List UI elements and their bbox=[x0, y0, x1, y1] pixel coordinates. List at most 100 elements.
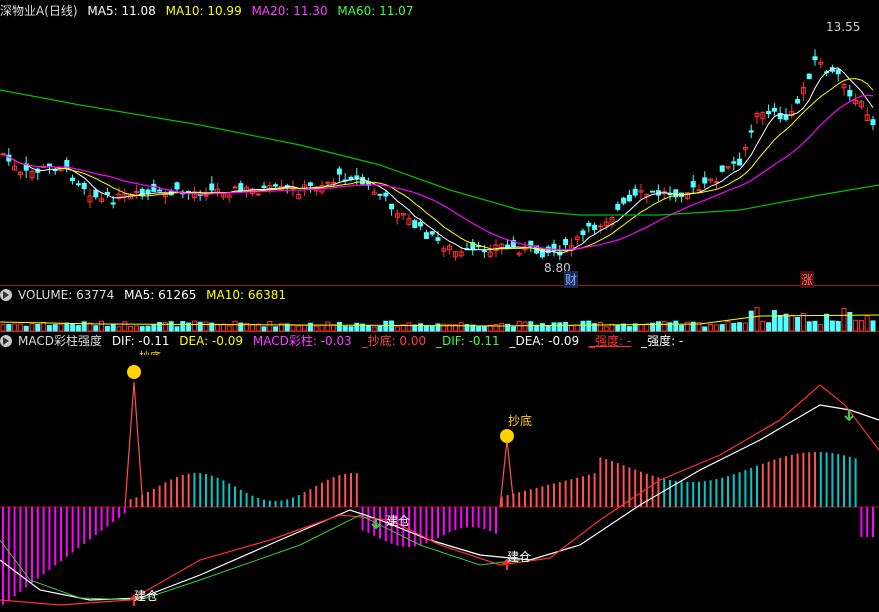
volume-bar bbox=[510, 326, 516, 332]
volume-bar bbox=[151, 324, 157, 332]
volume-bar bbox=[75, 325, 81, 332]
volume-bar bbox=[99, 320, 105, 332]
volume-bar bbox=[174, 326, 180, 332]
candle-body bbox=[307, 182, 313, 186]
volume-bar bbox=[858, 320, 864, 332]
candle-body bbox=[586, 222, 592, 227]
candle-body bbox=[592, 224, 598, 230]
volume-bar bbox=[58, 323, 64, 332]
candle-body bbox=[731, 161, 737, 164]
candle-body bbox=[75, 183, 81, 186]
jiancang-label-2: 建仓 bbox=[507, 550, 532, 564]
volume-bar bbox=[597, 321, 603, 332]
volume-bar bbox=[215, 323, 221, 332]
volume-bar bbox=[64, 322, 70, 332]
volume-bar bbox=[539, 323, 545, 332]
candle-body bbox=[46, 163, 52, 167]
volume-bar bbox=[232, 320, 238, 332]
candle-body bbox=[81, 182, 87, 190]
volume-bar bbox=[708, 323, 714, 332]
candle-body bbox=[481, 250, 487, 253]
candle-body bbox=[621, 197, 627, 204]
volume-bar bbox=[319, 324, 325, 332]
volume-bar bbox=[737, 322, 743, 332]
candle-body bbox=[795, 99, 801, 104]
volume-bar bbox=[760, 320, 766, 332]
candle-body bbox=[145, 189, 151, 195]
candle-body bbox=[325, 181, 331, 184]
volume-bar bbox=[302, 324, 308, 332]
volume-bar bbox=[325, 321, 331, 332]
candle-body bbox=[771, 107, 777, 112]
volume-bar bbox=[748, 310, 754, 332]
limit-up-tag[interactable]: 涨 bbox=[800, 271, 815, 288]
volume-bar bbox=[638, 324, 644, 332]
kline-chart[interactable] bbox=[0, 0, 879, 612]
candle-body bbox=[766, 110, 772, 115]
volume-bar bbox=[771, 310, 777, 332]
volume-bar bbox=[505, 323, 511, 332]
candle-body bbox=[110, 202, 116, 205]
volume-bar bbox=[348, 326, 354, 332]
candle-body bbox=[632, 188, 638, 196]
volume-bar bbox=[273, 326, 279, 332]
volume-bar bbox=[354, 322, 360, 332]
volume-bar bbox=[104, 325, 110, 332]
volume-bar bbox=[702, 326, 708, 332]
volume-bar bbox=[23, 325, 29, 332]
volume-bar bbox=[522, 321, 528, 332]
volume-bar bbox=[29, 323, 35, 332]
volume-bar bbox=[812, 320, 818, 332]
sell-arrow-icon bbox=[844, 410, 854, 422]
sad-face-icon bbox=[500, 429, 514, 443]
candle-body bbox=[615, 203, 621, 210]
volume-bar bbox=[435, 323, 441, 332]
candle-body bbox=[383, 192, 389, 197]
candle-body bbox=[423, 232, 429, 239]
volume-bar bbox=[429, 325, 435, 332]
candle-body bbox=[336, 168, 342, 175]
volume-bar bbox=[528, 321, 534, 332]
candle-body bbox=[580, 230, 586, 235]
candle-body bbox=[597, 225, 603, 228]
volume-bar bbox=[46, 325, 52, 332]
volume-bar bbox=[418, 323, 424, 332]
ma5-line bbox=[2, 67, 874, 255]
candle-body bbox=[238, 183, 244, 191]
volume-bar bbox=[290, 324, 296, 332]
volume-bar bbox=[829, 320, 835, 332]
volume-bar bbox=[267, 321, 273, 332]
volume-bar bbox=[423, 325, 429, 332]
volume-bar bbox=[841, 307, 847, 332]
volume-bar bbox=[110, 323, 116, 332]
volume-bar bbox=[191, 320, 197, 332]
volume-bar bbox=[17, 323, 23, 332]
sad-face-icon bbox=[127, 365, 141, 379]
candle-body bbox=[429, 231, 435, 235]
candle-body bbox=[203, 194, 209, 197]
candle-body bbox=[377, 193, 383, 196]
volume-bar bbox=[742, 322, 748, 332]
volume-bar bbox=[389, 320, 395, 332]
candle-body bbox=[151, 183, 157, 192]
candle-body bbox=[157, 189, 163, 192]
candle-body bbox=[354, 175, 360, 179]
candle-body bbox=[690, 181, 696, 188]
candle-body bbox=[713, 181, 719, 184]
volume-bar bbox=[261, 326, 267, 332]
volume-bar bbox=[458, 322, 464, 332]
volume-bar bbox=[615, 325, 621, 332]
financial-report-tag[interactable]: 财 bbox=[564, 271, 579, 288]
volume-bar bbox=[41, 321, 47, 332]
volume-bar bbox=[139, 326, 145, 332]
volume-bar bbox=[157, 321, 163, 332]
volume-bar bbox=[226, 325, 232, 332]
volume-bar bbox=[563, 321, 569, 332]
volume-bar bbox=[818, 324, 824, 332]
candle-body bbox=[389, 203, 395, 210]
volume-bar bbox=[394, 326, 400, 332]
volume-bar bbox=[690, 321, 696, 332]
volume-bar bbox=[481, 325, 487, 332]
volume-bar bbox=[551, 322, 557, 332]
volume-bar bbox=[713, 324, 719, 332]
